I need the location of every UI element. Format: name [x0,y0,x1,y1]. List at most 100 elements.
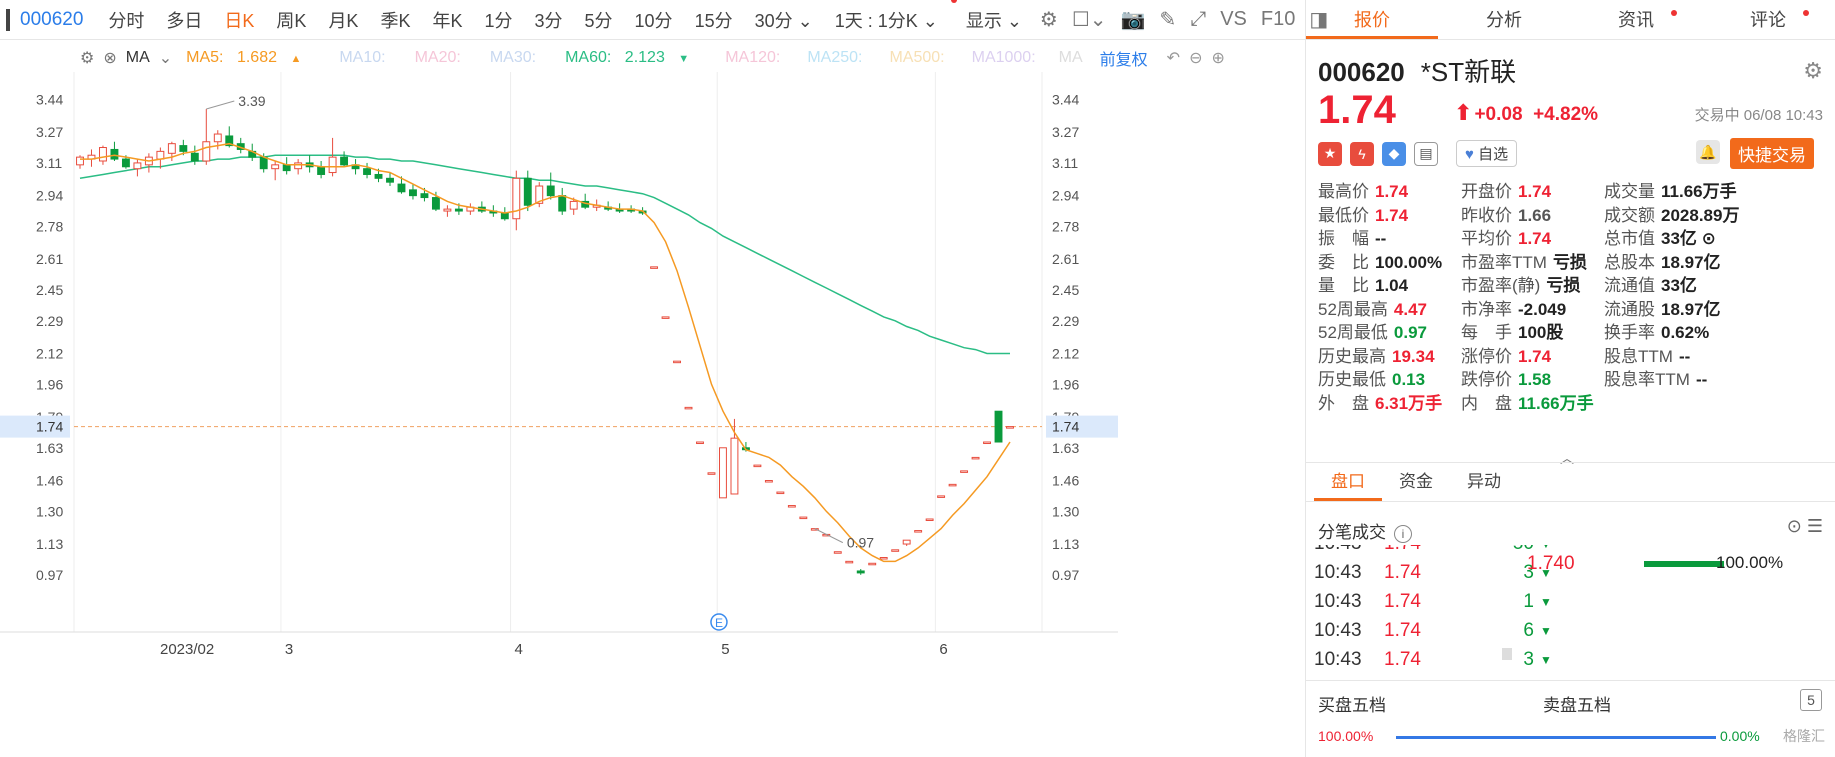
tab-label: 评论 [1750,10,1786,30]
tag-icon[interactable]: ◆ [1382,141,1406,166]
lightning-icon[interactable]: ϟ [1350,141,1374,166]
tab-3[interactable]: 评论 [1702,0,1834,39]
kline-chart[interactable]: 3.44 3.44 3.27 3.27 3.11 3.11 2.94 2.94 2.78 2.78… [0,72,1305,757]
gear-icon[interactable]: ⚙ [80,48,94,68]
period-tab[interactable]: 10分 [635,7,673,33]
annotation-label: 0.97 [847,535,874,551]
zoom-in-icon[interactable]: ⊕ [1211,48,1224,68]
stat-label: 外 盘 [1318,393,1369,413]
period-tab[interactable]: 年K [432,7,462,33]
annotation-leader [814,528,844,544]
stat-cell: 市盈率(静) 亏损 [1461,271,1604,296]
sell-ratio: 0.00% [1720,728,1760,744]
y-tick-right: 2.29 [1052,313,1079,329]
y-tick-right: 2.78 [1052,218,1079,234]
stat-value: 33亿 ⊙ [1661,229,1716,249]
period-tab[interactable]: 1分 [484,7,512,33]
period-tab[interactable]: 季K [380,7,410,33]
y-tick-right: 1.96 [1052,376,1079,392]
stat-value: 亏损 [1552,252,1587,272]
settings-icon[interactable]: ⚙ [1040,7,1058,32]
expand-icon[interactable]: ⤢ [1190,8,1206,31]
pencil-icon[interactable]: ✎ [1159,7,1176,32]
candle-body [994,410,1003,443]
candle-body [121,158,130,168]
period-tab[interactable]: 15分 [695,7,733,33]
tab-0[interactable]: 报价 [1306,0,1438,39]
stock-code-title: 000620 [1318,57,1405,87]
candle-body [431,197,440,210]
notification-dot [1671,10,1677,16]
stat-value: 0.62% [1661,323,1710,343]
candle-body [179,145,188,152]
panel-settings-icon[interactable]: ⚙ [1803,58,1823,84]
document-icon[interactable]: ▤ [1414,141,1438,166]
trade-price: 1.74 [1384,561,1421,583]
stat-cell: 52周最高 4.47 [1318,295,1461,320]
info-icon[interactable]: i [1394,525,1412,543]
f10-button[interactable]: F10 [1261,8,1295,31]
trades-header: 分笔成交 i [1318,518,1412,543]
period-tab[interactable]: 周K [276,7,306,33]
stats-row: 52周最高 4.47 市净率 -2.049 流通股 18.97亿 [1318,296,1828,320]
period-tab[interactable]: 30分 ⌄ [755,7,813,33]
stat-label: 总市值 [1604,229,1655,249]
ma-select[interactable]: MA [126,49,150,67]
stat-value: 1.66 [1518,205,1552,225]
scrollbar[interactable] [1502,648,1512,660]
stat-value: 100股 [1518,323,1564,343]
bell-icon[interactable]: 🔔 [1696,140,1720,164]
add-watchlist-button[interactable]: ♥ 自选 [1456,140,1518,167]
candle-body [454,208,463,212]
stat-label: 最高价 [1318,182,1369,202]
close-icon[interactable]: ⊗ [103,48,116,68]
sell-five-label: 卖盘五档 [1543,696,1611,715]
candle-body [879,557,888,560]
period-tab[interactable]: 3分 [535,7,563,33]
stat-label: 流通值 [1604,276,1655,296]
candle-body [523,177,532,206]
period-tab[interactable]: 月K [328,7,358,33]
vs-button[interactable]: VS [1220,8,1247,31]
candle-body [707,472,716,475]
sell-arrow-icon: ▼ [1540,594,1552,609]
triangle-down-icon: ▼ [678,53,690,65]
period-tab[interactable]: 多日 [166,7,202,33]
period-tab[interactable]: 日K [224,7,254,33]
flag-icon[interactable]: ★ [1318,141,1342,166]
subtab[interactable]: 异动 [1450,463,1518,501]
period-tab[interactable]: 1天 : 1分K ⌄ [835,7,938,33]
stat-label: 市盈率TTM [1461,252,1547,272]
period-tab[interactable]: 分时 [108,7,144,33]
stat-cell [1604,391,1784,411]
square-icon[interactable]: ☐⌄ [1072,7,1107,32]
stat-cell: 换手率 0.62% [1604,318,1784,343]
subtab[interactable]: 盘口 [1314,463,1382,501]
tab-1[interactable]: 分析 [1438,0,1570,39]
stat-value: 1.74 [1518,229,1552,249]
stat-cell: 每 手 100股 [1461,318,1604,343]
period-tab[interactable]: 5分 [585,7,613,33]
stat-label: 历史最高 [1318,346,1386,366]
adjust-select[interactable]: 前复权 [1100,46,1148,70]
period-tab[interactable]: 显示 ⌄ [966,7,1022,33]
stat-label: 振 幅 [1318,229,1369,249]
sell-arrow-icon: ▼ [1540,545,1560,551]
stat-value: 6.31万手 [1375,393,1443,413]
stat-cell: 历史最低 0.13 [1318,365,1461,390]
layout-toggle-icon[interactable] [6,8,10,31]
x-tick-label: 4 [515,641,523,658]
stat-cell: 市盈率TTM 亏损 [1461,248,1604,273]
quick-trade-button[interactable]: 快捷交易 [1730,138,1814,169]
tab-2[interactable]: 资讯 [1570,0,1702,39]
zoom-out-icon[interactable]: ⊖ [1189,48,1202,68]
camera-icon[interactable]: 📷 [1121,7,1146,32]
depth-toggle[interactable]: 5 [1800,689,1822,711]
chevron-down-icon[interactable]: ⌄ [159,48,172,68]
stock-name: *ST新联 [1420,57,1517,87]
subtab[interactable]: 资金 [1382,463,1450,501]
candle-body [902,539,911,545]
trades-menu-icons[interactable]: ⊙ ☰ [1787,516,1823,537]
undo-icon[interactable]: ↶ [1167,48,1180,68]
trade-volume: 3 [1523,648,1534,670]
